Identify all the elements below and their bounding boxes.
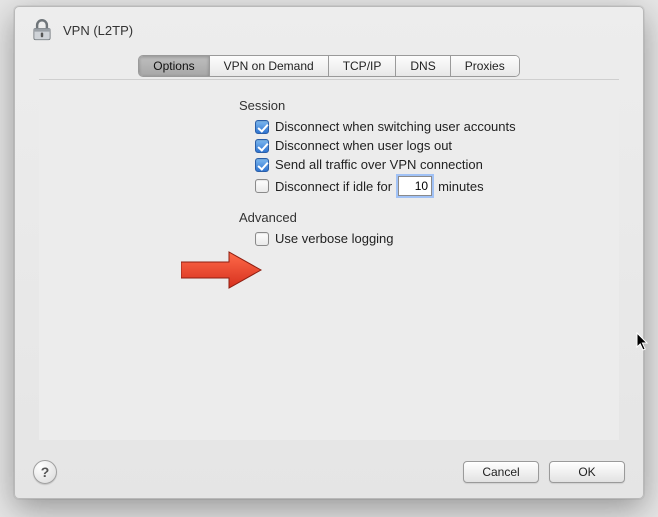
send-all-traffic-checkbox[interactable] <box>255 158 269 172</box>
checkbox-label: Disconnect when switching user accounts <box>275 119 516 134</box>
tab-options[interactable]: Options <box>139 56 209 76</box>
session-heading: Session <box>239 98 619 113</box>
highlight-arrow-icon <box>181 250 263 290</box>
checkbox-label: Disconnect if idle for <box>275 179 392 194</box>
idle-minutes-input[interactable] <box>398 176 432 196</box>
session-group: Session Disconnect when switching user a… <box>239 98 619 196</box>
checkbox-label: Use verbose logging <box>275 231 394 246</box>
lock-icon <box>29 17 55 43</box>
options-panel: Session Disconnect when switching user a… <box>39 79 619 440</box>
disconnect-switching-users-row[interactable]: Disconnect when switching user accounts <box>255 119 619 134</box>
advanced-group: Advanced Use verbose logging <box>239 210 619 246</box>
send-all-traffic-row[interactable]: Send all traffic over VPN connection <box>255 157 619 172</box>
cancel-button[interactable]: Cancel <box>463 461 539 483</box>
tab-dns[interactable]: DNS <box>396 56 450 76</box>
vpn-options-sheet: VPN (L2TP) Options VPN on Demand TCP/IP … <box>14 6 644 499</box>
tab-proxies[interactable]: Proxies <box>451 56 519 76</box>
tab-tcpip[interactable]: TCP/IP <box>329 56 397 76</box>
disconnect-logout-row[interactable]: Disconnect when user logs out <box>255 138 619 153</box>
disconnect-logout-checkbox[interactable] <box>255 139 269 153</box>
checkbox-label-suffix: minutes <box>438 179 484 194</box>
disconnect-switching-users-checkbox[interactable] <box>255 120 269 134</box>
ok-button[interactable]: OK <box>549 461 625 483</box>
sheet-title: VPN (L2TP) <box>63 23 133 38</box>
disconnect-idle-row[interactable]: Disconnect if idle for minutes <box>255 176 619 196</box>
checkbox-label: Disconnect when user logs out <box>275 138 452 153</box>
checkbox-label: Send all traffic over VPN connection <box>275 157 483 172</box>
sheet-footer: ? Cancel OK <box>15 446 643 498</box>
help-button[interactable]: ? <box>33 460 57 484</box>
verbose-logging-row[interactable]: Use verbose logging <box>255 231 619 246</box>
tab-ondemand[interactable]: VPN on Demand <box>210 56 329 76</box>
tab-bar: Options VPN on Demand TCP/IP DNS Proxies <box>15 55 643 77</box>
disconnect-idle-checkbox[interactable] <box>255 179 269 193</box>
sheet-titlebar: VPN (L2TP) <box>15 7 643 49</box>
advanced-heading: Advanced <box>239 210 619 225</box>
verbose-logging-checkbox[interactable] <box>255 232 269 246</box>
